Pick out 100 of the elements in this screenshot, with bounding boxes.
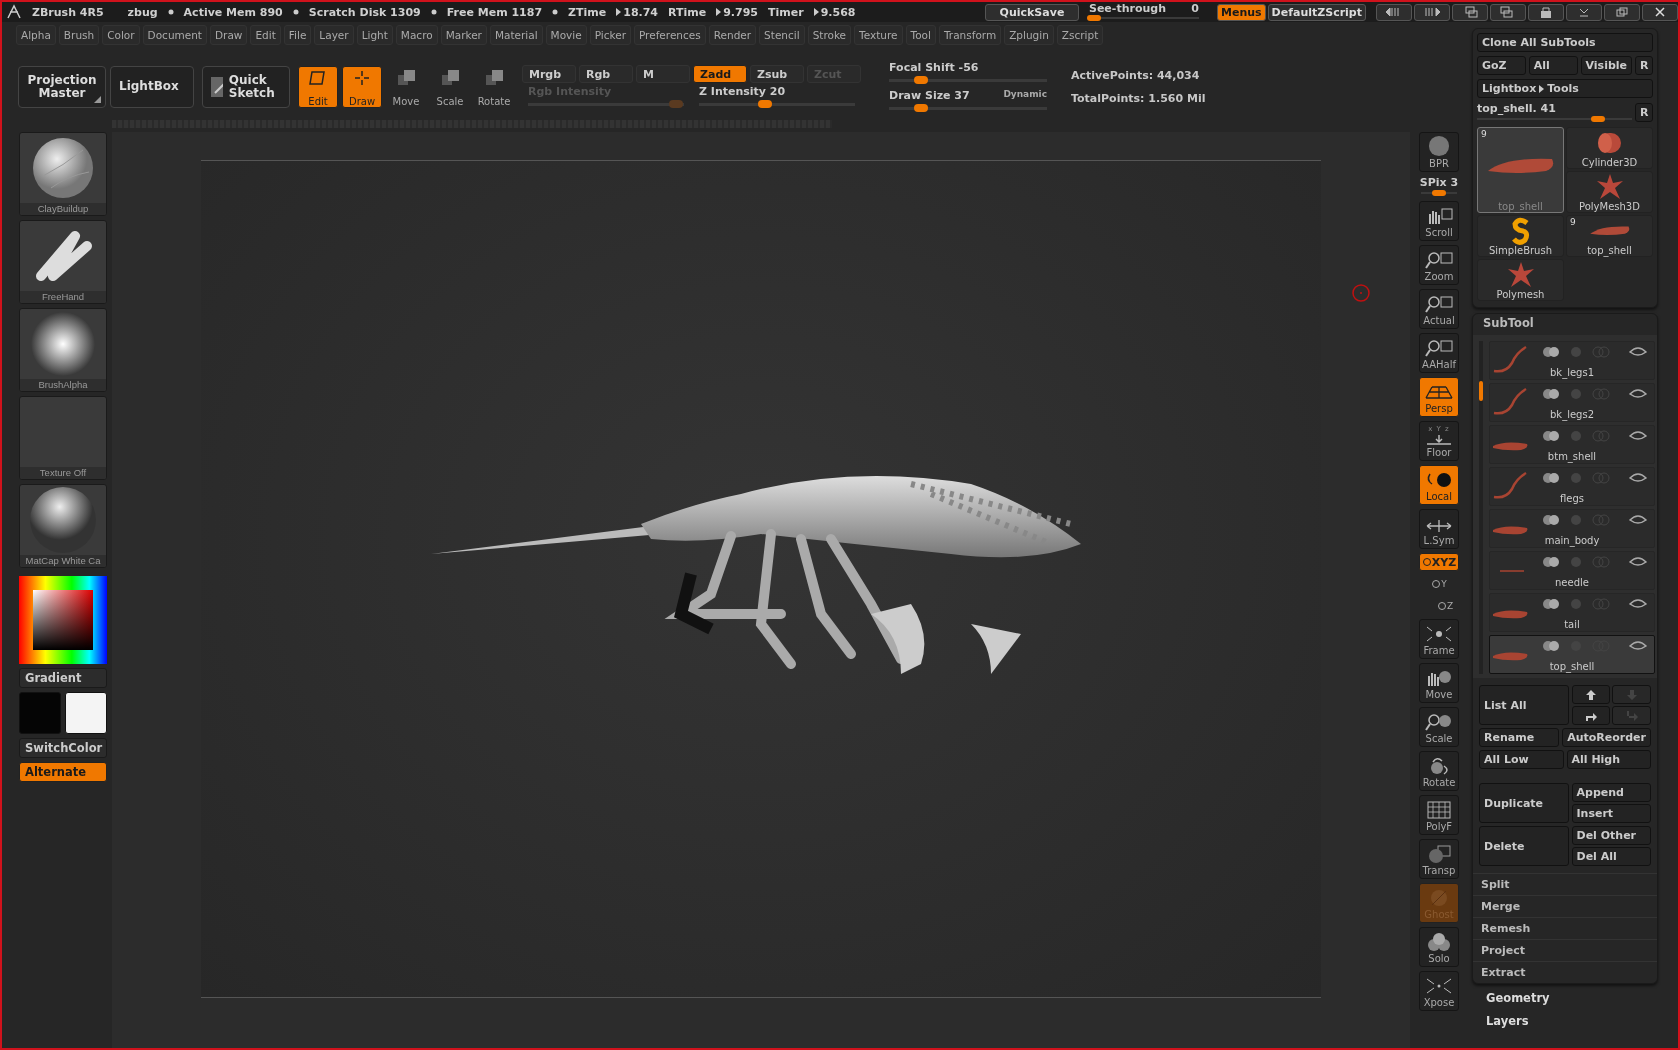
- subtool-button[interactable]: All Low: [1479, 750, 1564, 769]
- subtool-button[interactable]: Del Other: [1571, 826, 1651, 845]
- menu-item[interactable]: Stencil: [759, 25, 805, 45]
- tool-thumbnail[interactable]: Cylinder3D: [1566, 127, 1653, 169]
- menu-item[interactable]: Layer: [314, 25, 354, 45]
- menu-item[interactable]: Zplugin: [1004, 25, 1054, 45]
- subtool-menu-item[interactable]: Remesh: [1473, 917, 1657, 939]
- subtool-item[interactable]: top_shell: [1489, 635, 1655, 674]
- scroll-button[interactable]: Scroll: [1419, 201, 1459, 241]
- channel-button[interactable]: Zadd: [693, 65, 747, 83]
- tool-thumbnail[interactable]: PolyMesh3D: [1566, 171, 1653, 213]
- eye-icon[interactable]: [1540, 596, 1650, 612]
- tool-thumbnail[interactable]: 9 top_shell: [1566, 215, 1653, 257]
- xpose-button[interactable]: Xpose: [1419, 971, 1459, 1011]
- lsym-button[interactable]: L.Sym: [1419, 509, 1459, 549]
- channel-button[interactable]: Zsub: [750, 65, 804, 83]
- menu-item[interactable]: Brush: [58, 25, 100, 45]
- mode-button[interactable]: Move: [386, 66, 426, 108]
- color-swatch[interactable]: [65, 692, 107, 734]
- clone-subtools-button[interactable]: Clone All SubTools: [1477, 33, 1653, 52]
- arrow-button[interactable]: [1571, 685, 1611, 704]
- menu-item[interactable]: Alpha: [16, 25, 56, 45]
- lightbox-button[interactable]: LightBox: [110, 66, 194, 108]
- channel-button[interactable]: Rgb: [579, 65, 633, 83]
- menu-item[interactable]: Edit: [250, 25, 281, 45]
- slider-thumb[interactable]: [913, 104, 928, 112]
- subtool-button[interactable]: Rename: [1479, 728, 1560, 747]
- menu-item[interactable]: Marker: [440, 25, 487, 45]
- subtool-button[interactable]: AutoReorder: [1562, 728, 1651, 747]
- menu-item[interactable]: Movie: [545, 25, 587, 45]
- list-all-button[interactable]: List All: [1479, 685, 1569, 725]
- subtool-item[interactable]: btm_shell: [1489, 425, 1655, 464]
- alternate-button[interactable]: Alternate: [19, 762, 107, 782]
- subtool-item[interactable]: main_body: [1489, 509, 1655, 548]
- tool-thumbnail[interactable]: 9 top_shell: [1477, 127, 1564, 213]
- shrink-icon[interactable]: [1376, 3, 1412, 21]
- color-picker[interactable]: [19, 576, 107, 664]
- eye-icon[interactable]: [1540, 554, 1650, 570]
- subtool-button[interactable]: Delete: [1479, 826, 1569, 866]
- slider-thumb[interactable]: [1590, 116, 1605, 122]
- menu-item[interactable]: File: [283, 25, 312, 45]
- layout-icon[interactable]: [1452, 3, 1488, 21]
- eye-icon[interactable]: [1540, 386, 1650, 402]
- menu-item[interactable]: Render: [708, 25, 757, 45]
- menus-button[interactable]: Menus: [1216, 3, 1266, 21]
- tool-thumbnail[interactable]: SimpleBrush: [1477, 215, 1564, 257]
- eye-icon[interactable]: [1540, 470, 1650, 486]
- gradient-button[interactable]: Gradient: [19, 668, 107, 688]
- subtool-button[interactable]: Insert: [1571, 804, 1651, 823]
- restore-icon[interactable]: [1604, 3, 1640, 21]
- slider-thumb[interactable]: [913, 76, 928, 84]
- quicksave-button[interactable]: QuickSave: [984, 3, 1079, 21]
- channel-button[interactable]: M: [636, 65, 690, 83]
- tool-button[interactable]: Visible: [1580, 56, 1632, 75]
- xyz-button[interactable]: XYZ: [1419, 553, 1459, 571]
- eye-icon[interactable]: [1540, 512, 1650, 528]
- eye-icon[interactable]: [1540, 428, 1650, 444]
- menu-item[interactable]: Document: [142, 25, 207, 45]
- menu-item[interactable]: Transform: [938, 25, 1002, 45]
- script-button[interactable]: DefaultZScript: [1267, 3, 1366, 21]
- eye-icon[interactable]: [1540, 344, 1650, 360]
- subtool-menu-item[interactable]: Extract: [1473, 961, 1657, 983]
- local-button[interactable]: Local: [1419, 465, 1459, 505]
- projection-master-button[interactable]: Projection Master: [18, 66, 106, 108]
- quick-sketch-button[interactable]: Quick Sketch: [202, 66, 290, 108]
- subtool-item[interactable]: bk_legs2: [1489, 383, 1655, 422]
- material-thumbnail[interactable]: MatCap White Ca: [19, 484, 107, 568]
- slider-thumb[interactable]: [757, 100, 772, 108]
- subtool-item[interactable]: bk_legs1: [1489, 341, 1655, 380]
- zoom-button[interactable]: Zoom: [1419, 245, 1459, 285]
- scale-button[interactable]: Scale: [1419, 707, 1459, 747]
- bpr-button[interactable]: BPR: [1419, 132, 1459, 172]
- mode-button[interactable]: Scale: [430, 66, 470, 108]
- subtool-item[interactable]: needle: [1489, 551, 1655, 590]
- axis-rotate-button[interactable]: Z: [1433, 597, 1457, 615]
- switch-color-button[interactable]: SwitchColor: [19, 738, 107, 758]
- subtool-button[interactable]: Del All: [1571, 847, 1651, 866]
- tool-thumbnail[interactable]: Polymesh: [1477, 259, 1564, 301]
- transp-button[interactable]: Transp: [1419, 839, 1459, 879]
- minimize-icon[interactable]: [1566, 3, 1602, 21]
- channel-button[interactable]: Mrgb: [522, 65, 576, 83]
- subtool-item[interactable]: flegs: [1489, 467, 1655, 506]
- material-thumbnail[interactable]: BrushAlpha: [19, 308, 107, 392]
- actual-button[interactable]: Actual: [1419, 289, 1459, 329]
- layout-icon[interactable]: [1490, 3, 1526, 21]
- reset-button[interactable]: R: [1635, 103, 1653, 122]
- subtool-item[interactable]: tail: [1489, 593, 1655, 632]
- menu-item[interactable]: Light: [356, 25, 393, 45]
- menu-item[interactable]: Zscript: [1056, 25, 1104, 45]
- mode-button[interactable]: Draw: [342, 66, 382, 108]
- menu-item[interactable]: Color: [102, 25, 140, 45]
- close-icon[interactable]: [1642, 3, 1678, 21]
- mode-button[interactable]: Rotate: [474, 66, 514, 108]
- color-swatch[interactable]: [19, 692, 61, 734]
- subtool-button[interactable]: Duplicate: [1479, 783, 1569, 823]
- expand-icon[interactable]: [1414, 3, 1450, 21]
- axis-rotate-button[interactable]: Y: [1427, 575, 1451, 593]
- mode-button[interactable]: Edit: [298, 66, 338, 108]
- section-header[interactable]: Geometry: [1472, 989, 1658, 1007]
- menu-item[interactable]: Preferences: [633, 25, 706, 45]
